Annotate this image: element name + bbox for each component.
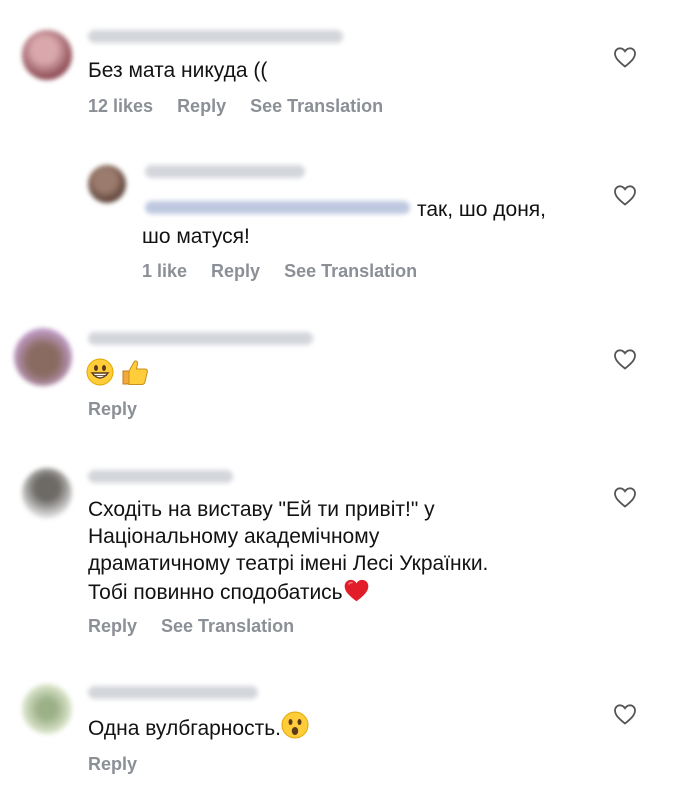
comment-actions: Reply bbox=[88, 754, 161, 775]
comment-text-line-1: Сходіть на виставу "Ей ти привіт!" у bbox=[88, 498, 435, 521]
username-redacted[interactable] bbox=[88, 332, 313, 345]
emoji-row bbox=[86, 358, 150, 389]
avatar[interactable] bbox=[88, 165, 126, 203]
heart-icon[interactable] bbox=[613, 184, 637, 206]
username-redacted[interactable] bbox=[88, 686, 258, 699]
reply-button[interactable]: Reply bbox=[88, 754, 137, 774]
comment-text-line-1: так, шо доня, bbox=[417, 198, 547, 221]
see-translation-button[interactable]: See Translation bbox=[284, 261, 417, 281]
heart-icon[interactable] bbox=[613, 486, 637, 508]
comment-text: Без мата никуда (( bbox=[88, 59, 268, 82]
heart-icon[interactable] bbox=[613, 348, 637, 370]
mention-redacted[interactable] bbox=[145, 201, 410, 214]
comment-text-line-2: Національному академічному bbox=[88, 525, 380, 548]
see-translation-button[interactable]: See Translation bbox=[250, 96, 383, 116]
comment-text-line-4: Тобі повинно сподобатись bbox=[88, 577, 370, 606]
reply-button[interactable]: Reply bbox=[177, 96, 226, 116]
username-redacted[interactable] bbox=[145, 165, 305, 178]
comment-text-line-4-text: Тобі повинно сподобатись bbox=[88, 581, 343, 604]
avatar[interactable] bbox=[22, 684, 72, 734]
heart-icon[interactable] bbox=[613, 46, 637, 68]
reply-button[interactable]: Reply bbox=[88, 399, 137, 419]
heart-icon[interactable] bbox=[613, 703, 637, 725]
comment-actions: Reply See Translation bbox=[88, 616, 318, 637]
avatar[interactable] bbox=[22, 468, 72, 518]
comment-text: Одна вулбгарность. bbox=[88, 717, 281, 740]
comment-actions: Reply bbox=[88, 399, 161, 420]
comment-text-row: Одна вулбгарность. bbox=[88, 711, 309, 742]
likes-count[interactable]: 12 likes bbox=[88, 96, 153, 116]
username-redacted[interactable] bbox=[88, 30, 343, 43]
comment-text-line-2: шо матуся! bbox=[142, 225, 250, 248]
avatar[interactable] bbox=[22, 30, 72, 80]
face-open-mouth-emoji bbox=[281, 711, 309, 739]
thumbs-up-emoji bbox=[122, 360, 148, 385]
avatar[interactable] bbox=[14, 328, 72, 386]
reply-button[interactable]: Reply bbox=[211, 261, 260, 281]
comment-actions: 12 likes Reply See Translation bbox=[88, 96, 407, 117]
reply-button[interactable]: Reply bbox=[88, 616, 137, 636]
likes-count[interactable]: 1 like bbox=[142, 261, 187, 281]
comment-text-line-3: драматичному театрі імені Лесі Українки. bbox=[88, 552, 489, 575]
see-translation-button[interactable]: See Translation bbox=[161, 616, 294, 636]
username-redacted[interactable] bbox=[88, 470, 233, 483]
red-heart-emoji bbox=[344, 579, 368, 602]
grinning-face-emoji bbox=[86, 358, 114, 386]
comment-actions: 1 like Reply See Translation bbox=[142, 261, 441, 282]
